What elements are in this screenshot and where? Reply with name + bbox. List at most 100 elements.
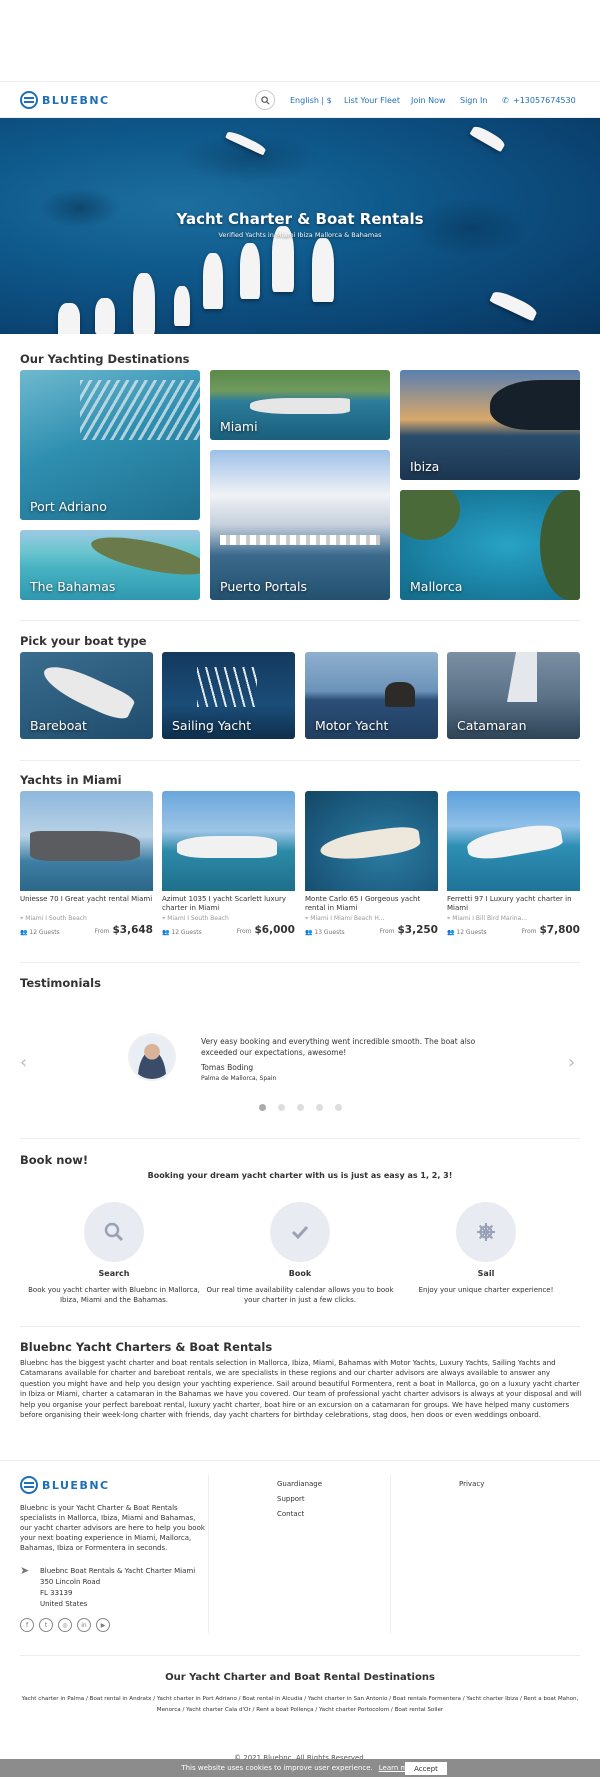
destination-label: Puerto Portals (220, 579, 308, 594)
logo-text: BLUEBNC (42, 93, 110, 107)
step-title: Search (98, 1269, 130, 1278)
destination-label: Miami (220, 419, 258, 434)
yacht-image (447, 791, 580, 891)
section-divider (20, 1655, 580, 1656)
section-divider (20, 1326, 580, 1327)
step-description: Our real time availability calendar allo… (206, 1286, 394, 1304)
footer-logo-text: BLUEBNC (42, 1478, 110, 1492)
section-divider (20, 620, 580, 621)
boat-types-title: Pick your boat type (20, 634, 147, 648)
hero-subtitle: Verified Yachts in Miami Ibiza Mallorca … (218, 231, 382, 239)
twitter-icon[interactable]: t (39, 1618, 53, 1632)
destination-label: Mallorca (410, 579, 463, 594)
carousel-dot[interactable] (259, 1104, 266, 1111)
carousel-dot[interactable] (316, 1104, 323, 1111)
footer-column-divider (208, 1475, 209, 1633)
address-street: 350 Lincoln Road (40, 1578, 101, 1586)
boat-type-label: Bareboat (30, 718, 87, 733)
footer-link-support[interactable]: Support (277, 1495, 305, 1503)
join-now-link[interactable]: Join Now (411, 96, 446, 105)
yacht-name: Azimut 1035 I yacht Scarlett luxury char… (162, 895, 287, 912)
from-label: From (236, 928, 252, 935)
boat-type-bareboat[interactable]: Bareboat (20, 652, 153, 739)
section-divider (20, 1138, 580, 1139)
chevron-left-icon[interactable]: ‹ (20, 1052, 27, 1073)
book-now-subtitle: Booking your dream yacht charter with us… (147, 1171, 453, 1180)
helm-icon (456, 1202, 516, 1262)
from-label: From (521, 928, 537, 935)
linkedin-icon[interactable]: in (77, 1618, 91, 1632)
footer-link-contact[interactable]: Contact (277, 1510, 304, 1518)
boat-type-label: Sailing Yacht (172, 718, 252, 733)
guests-icon: 👥 (20, 929, 30, 936)
address-name: Bluebnc Boat Rentals & Yacht Charter Mia… (40, 1567, 196, 1575)
phone-link[interactable]: +13057674530 (513, 96, 576, 105)
book-now-title: Book now! (20, 1153, 89, 1167)
destination-mallorca[interactable]: Mallorca (400, 490, 580, 600)
yacht-price: $6,000 (254, 924, 295, 936)
footer-description: Bluebnc is your Yacht Charter & Boat Ren… (20, 1504, 205, 1552)
yacht-image (20, 791, 153, 891)
yacht-price: $7,800 (539, 924, 580, 936)
yacht-card[interactable]: Ferretti 97 I Luxury yacht charter in Mi… (447, 791, 580, 936)
guests-icon: 👥 (305, 929, 315, 936)
footer-link-guardianage[interactable]: Guardianage (277, 1480, 322, 1488)
yacht-image (305, 791, 438, 891)
logo[interactable]: BLUEBNC (20, 91, 110, 109)
about-text: Bluebnc has the biggest yacht charter an… (20, 1359, 582, 1420)
boat-type-motor-yacht[interactable]: Motor Yacht (305, 652, 438, 739)
facebook-icon[interactable]: f (20, 1618, 34, 1632)
chevron-right-icon[interactable]: › (568, 1052, 575, 1073)
top-header: BLUEBNC English | $ List Your Fleet Join… (0, 81, 600, 118)
destination-puerto-portals[interactable]: Puerto Portals (210, 450, 390, 600)
footer-logo[interactable]: BLUEBNC (20, 1476, 110, 1494)
boat-type-catamaran[interactable]: Catamaran (447, 652, 580, 739)
about-title: Bluebnc Yacht Charters & Boat Rentals (20, 1340, 273, 1354)
cookie-banner: This website uses cookies to improve use… (0, 1759, 600, 1777)
footer-divider (0, 1460, 600, 1461)
instagram-icon[interactable]: ◎ (58, 1618, 72, 1632)
step-title: Book (288, 1269, 312, 1278)
yacht-guests: 12 Guests (456, 929, 487, 936)
testimonial-location: Palma de Mallorca, Spain (201, 1075, 277, 1082)
list-your-fleet-link[interactable]: List Your Fleet (344, 96, 400, 105)
carousel-dot[interactable] (297, 1104, 304, 1111)
destination-links[interactable]: Yacht charter in Palma / Boat rental in … (20, 1694, 580, 1716)
destination-label: The Bahamas (30, 579, 116, 594)
from-label: From (379, 928, 395, 935)
logo-icon (20, 1476, 38, 1494)
testimonial-author: Tomas Boding (201, 1063, 254, 1072)
yacht-card[interactable]: Azimut 1035 I yacht Scarlett luxury char… (162, 791, 295, 936)
sign-in-link[interactable]: Sign In (460, 96, 487, 105)
yacht-card[interactable]: Uniesse 70 I Great yacht rental Miami ⌖ … (20, 791, 153, 936)
destination-the-bahamas[interactable]: The Bahamas (20, 530, 200, 600)
yacht-name: Monte Carlo 65 I Gorgeous yacht rental i… (305, 895, 421, 912)
boat-type-sailing-yacht[interactable]: Sailing Yacht (162, 652, 295, 739)
step-title: Sail (477, 1269, 495, 1278)
step-description: Book you yacht charter with Bluebnc in M… (28, 1286, 200, 1304)
hero-title: Yacht Charter & Boat Rentals (176, 210, 424, 228)
guests-icon: 👥 (162, 929, 172, 936)
youtube-icon[interactable]: ▶ (96, 1618, 110, 1632)
check-icon (270, 1202, 330, 1262)
carousel-dot[interactable] (278, 1104, 285, 1111)
cookie-accept-button[interactable]: Accept (405, 1762, 447, 1775)
boat-type-label: Catamaran (457, 718, 527, 733)
destination-miami[interactable]: Miami (210, 370, 390, 440)
destinations-title: Our Yachting Destinations (20, 352, 190, 366)
search-button[interactable] (255, 90, 275, 110)
footer-link-privacy[interactable]: Privacy (459, 1480, 484, 1488)
language-currency-link[interactable]: English | $ (290, 96, 332, 105)
yacht-guests: 13 Guests (314, 929, 345, 936)
yacht-guests: 12 Guests (171, 929, 202, 936)
carousel-dot[interactable] (335, 1104, 342, 1111)
yacht-card[interactable]: Monte Carlo 65 I Gorgeous yacht rental i… (305, 791, 438, 936)
destination-port-adriano[interactable]: Port Adriano (20, 370, 200, 520)
destination-ibiza[interactable]: Ibiza (400, 370, 580, 480)
destination-label: Ibiza (410, 459, 440, 474)
yacht-price: $3,648 (112, 924, 153, 936)
search-icon (260, 95, 270, 105)
yacht-location: Miami I South Beach (25, 915, 87, 922)
yacht-image (162, 791, 295, 891)
testimonial-quote: Very easy booking and everything went in… (201, 1037, 476, 1057)
